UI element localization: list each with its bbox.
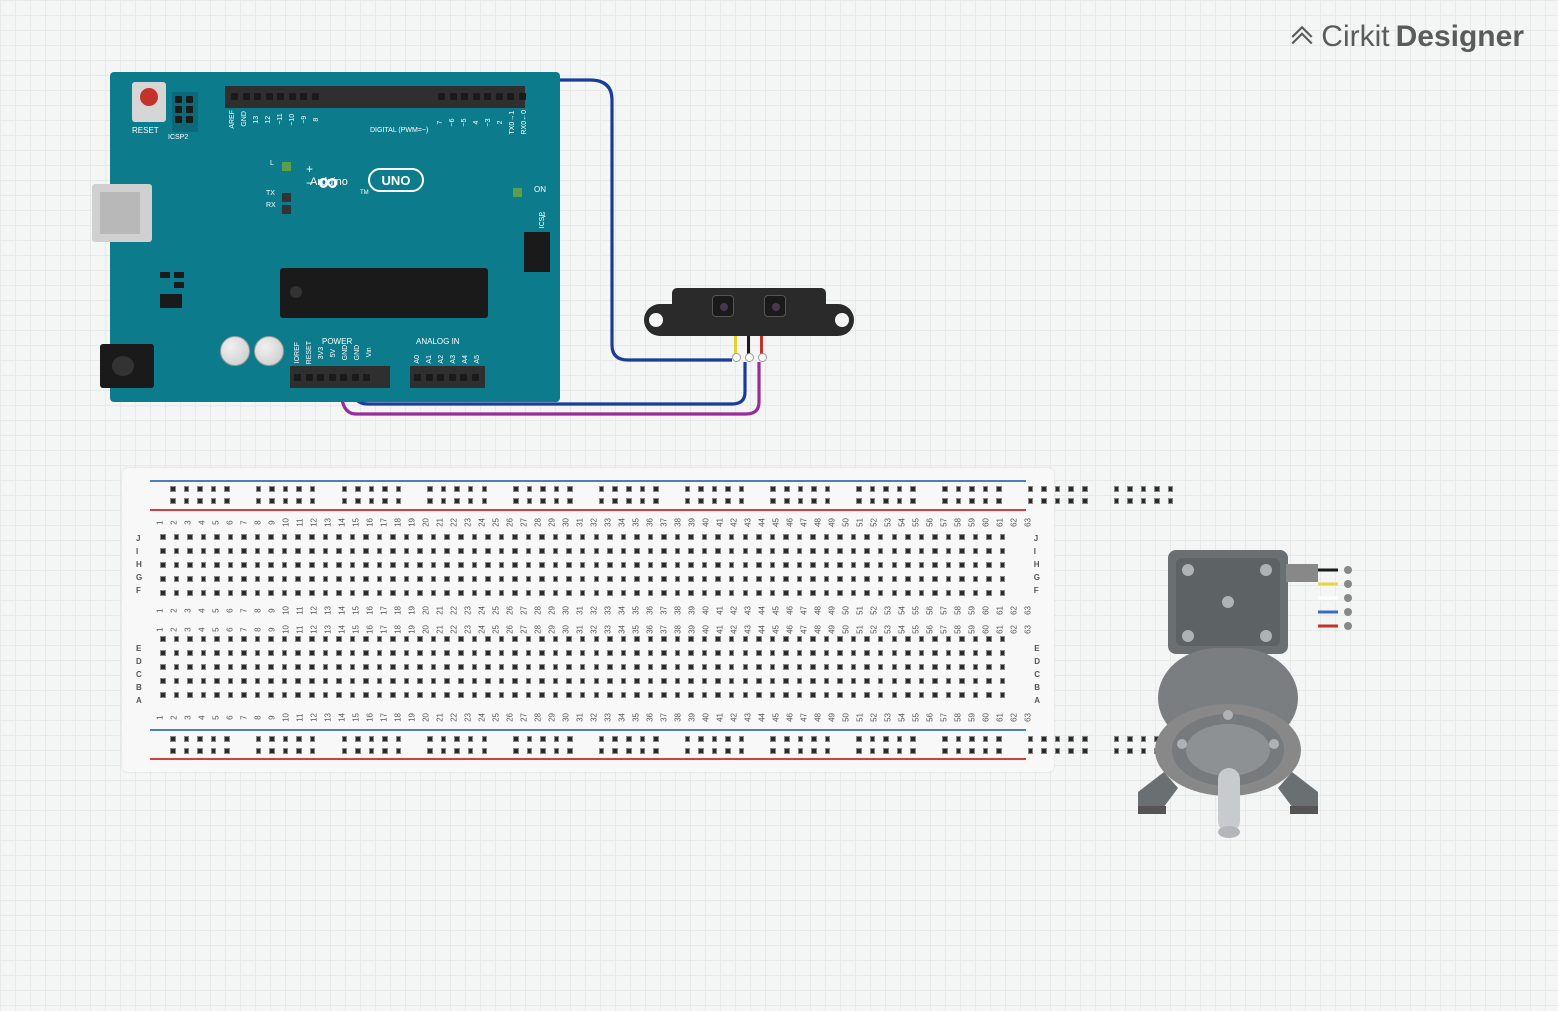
rail-blue-bottom: [150, 729, 1026, 731]
icsp2-header: [172, 92, 198, 132]
capacitor: [254, 336, 284, 366]
sensor-body: [672, 288, 826, 336]
analog-pins: [414, 374, 479, 381]
rail-red-bottom: [150, 758, 1026, 760]
led-on: [513, 184, 522, 202]
smd-components: [160, 272, 190, 322]
logo-icon: [1289, 24, 1315, 50]
icsp-header: [524, 232, 550, 272]
led-L-label: L: [270, 160, 274, 167]
sensor-pin-signal: [734, 336, 737, 358]
capacitor: [220, 336, 250, 366]
digital-labels-right: 7~6~54~32TX0→1RX0←0: [436, 110, 528, 135]
icsp2-label: ICSP2: [168, 134, 188, 141]
breadboard[interactable]: 1234567891011121314151617181920212223242…: [122, 468, 1054, 772]
bb-column-numbers-bottom: 1234567891011121314151617181920212223242…: [158, 713, 1033, 722]
sensor-pin-vcc: [760, 336, 763, 358]
tm-label: TM: [360, 190, 369, 196]
on-led-label: ON: [534, 185, 546, 194]
bb-row-letters-top: JIHGF: [136, 534, 142, 596]
bb-column-numbers-top: 1234567891011121314151617181920212223242…: [158, 518, 1033, 527]
led-RX-label: RX: [266, 202, 276, 209]
digital-pins-left: [231, 93, 319, 100]
sensor-mount-right: [822, 304, 854, 336]
led-TX-label: TX: [266, 190, 275, 197]
digital-pins-right: [438, 93, 526, 100]
bb-row-letters-bottom: EDCBA: [136, 644, 142, 706]
power-section-label: POWER: [322, 337, 352, 346]
bb-column-numbers: 1234567891011121314151617181920212223242…: [158, 625, 1033, 634]
rail-blue-top: [150, 480, 1026, 482]
bb-row-letters-bottom: EDCBA: [1034, 644, 1040, 706]
led-RX: [282, 201, 291, 219]
usb-port: [92, 184, 152, 242]
analog-section-label: ANALOG IN: [416, 337, 460, 346]
logo-product: Designer: [1396, 20, 1524, 54]
power-pins: [294, 374, 370, 381]
app-logo: Cirkit Designer: [1289, 20, 1524, 54]
sensor-emitter: [712, 295, 734, 317]
barrel-jack: [100, 344, 154, 388]
analog-labels: A0A1A2A3A4A5: [413, 355, 481, 364]
logo-brand: Cirkit: [1321, 20, 1389, 54]
gearmotor[interactable]: [1138, 540, 1408, 860]
bb-column-numbers: 1234567891011121314151617181920212223242…: [158, 606, 1033, 615]
arduino-brand-text: Arduino: [310, 176, 348, 188]
bb-row-letters-top: JIHGF: [1034, 534, 1040, 596]
reset-button: [132, 82, 166, 122]
reset-label: RESET: [132, 126, 159, 135]
digital-labels-left: AREFGND1312~11~10~98: [228, 110, 320, 129]
gearmotor-icon: [1138, 540, 1408, 860]
uno-badge: UNO: [368, 168, 424, 192]
sensor-pin-gnd: [747, 336, 750, 358]
sensor-receiver: [764, 295, 786, 317]
led-L: [282, 158, 291, 176]
digital-pwm-label: DIGITAL (PWM=~): [370, 127, 428, 134]
ir-sensor[interactable]: [644, 280, 854, 350]
arduino-uno[interactable]: RESET ICSP2 AREFGND1312~11~10~98 7~6~54~…: [110, 72, 560, 402]
atmega-chip: [280, 268, 488, 318]
rail-red-top: [150, 509, 1026, 511]
